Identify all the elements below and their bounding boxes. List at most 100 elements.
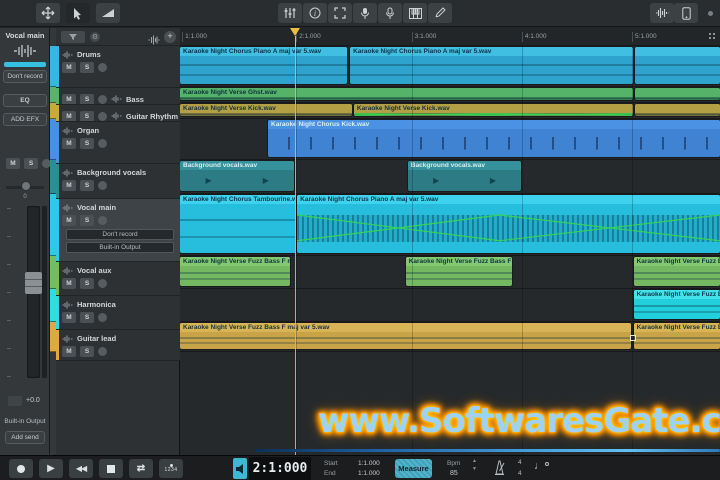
clip-bass[interactable]: Karaoke Night Verse Ghst.wav	[180, 88, 633, 100]
waveform-view-icon[interactable]	[650, 3, 674, 23]
clip-vocal-aux[interactable]: Karaoke Night Verse Fuzz Bass F maj var …	[633, 257, 720, 286]
add-send-button[interactable]: Add send	[5, 431, 45, 444]
lane-guitar-lead[interactable]: Karaoke Night Verse Fuzz Bass F maj var …	[180, 322, 720, 352]
record-button[interactable]	[9, 459, 33, 478]
ruler-options-icon[interactable]	[709, 33, 717, 41]
bpm-stepper[interactable]: ▲ ▼	[472, 459, 477, 472]
lane-drums[interactable]: Karaoke Night Chorus Piano A maj var 5.w…	[180, 46, 720, 87]
solo-button[interactable]: S	[80, 312, 94, 323]
solo-button[interactable]: S	[80, 215, 94, 226]
time-display[interactable]: 2:1:000	[249, 457, 311, 480]
add-efx-button[interactable]: ADD EFX	[3, 113, 47, 126]
record-arm-button[interactable]	[98, 139, 107, 148]
timesig-denominator[interactable]: 4	[518, 470, 522, 477]
filter-icon[interactable]	[61, 31, 85, 43]
record-arm-button[interactable]	[98, 347, 107, 356]
mic-input-icon[interactable]	[353, 3, 377, 23]
mute-button[interactable]: M	[62, 278, 76, 289]
solo-button[interactable]: S	[80, 180, 94, 191]
record-arm-button[interactable]	[98, 216, 107, 225]
measure-snap-button[interactable]: Measure	[395, 459, 432, 478]
record-arm-button[interactable]	[98, 63, 107, 72]
settings-icon[interactable]: ⚙	[90, 32, 100, 42]
rewind-button[interactable]: ◀◀	[69, 459, 93, 478]
track-row-guitar-lead[interactable]: Guitar lead M S	[56, 330, 180, 361]
output-select[interactable]: Built-in Output	[66, 242, 174, 253]
end-value[interactable]: 1:1.000	[358, 470, 380, 477]
lane-guitar-rhythm[interactable]: Karaoke Night Verse Kick.wav Karaoke Nigh…	[180, 103, 720, 119]
track-row-bass[interactable]: M S Bass	[56, 88, 180, 105]
info-icon[interactable]: i	[303, 3, 327, 23]
mute-button[interactable]: M	[62, 138, 76, 149]
loop-button[interactable]: ⇄	[129, 459, 153, 478]
clip-bass[interactable]	[634, 88, 720, 100]
record-arm-button[interactable]	[98, 181, 107, 190]
track-row-drums[interactable]: Drums M S	[56, 46, 180, 88]
pencil-icon[interactable]	[428, 3, 452, 23]
mute-button[interactable]: M	[62, 62, 76, 73]
mute-button[interactable]: M	[62, 215, 76, 226]
lane-bass[interactable]: Karaoke Night Verse Ghst.wav	[180, 87, 720, 103]
track-row-background-vocals[interactable]: Background vocals M S	[56, 164, 180, 199]
automation-node[interactable]	[629, 335, 636, 342]
clip-vocal-aux[interactable]: Karaoke Night Verse Fuzz Bass F maj var …	[405, 257, 512, 286]
eq-button[interactable]: EQ	[3, 94, 47, 107]
move-tool-icon[interactable]	[36, 3, 60, 23]
record-arm-button[interactable]	[98, 94, 107, 104]
expand-icon[interactable]	[328, 3, 352, 23]
metronome-icon[interactable]	[492, 459, 507, 480]
lane-vocal-main[interactable]: Karaoke Night Chorus Tambourine.wav Karao…	[180, 194, 720, 256]
clip-background-vocals[interactable]: Background vocals.wav	[180, 161, 295, 191]
record-arm-button[interactable]	[98, 313, 107, 322]
fade-tool-icon[interactable]	[96, 3, 120, 23]
stop-button[interactable]	[99, 459, 123, 478]
solo-button[interactable]: S	[80, 62, 94, 73]
note-value-icon[interactable]: ♩	[534, 460, 545, 472]
timeline-ruler[interactable]: 1:1.000 2:1.000 3:1.000 4:1.000 5:1.000	[180, 28, 720, 46]
record-arm-button[interactable]	[98, 279, 107, 288]
device-icon[interactable]	[674, 3, 698, 23]
solo-button[interactable]: S	[24, 158, 38, 169]
solo-button[interactable]: S	[80, 278, 94, 289]
clip-harmonica[interactable]: Karaoke Night Verse Fuzz Bass F maj var …	[633, 290, 720, 319]
playhead-marker[interactable]	[290, 28, 301, 36]
record-mode-button[interactable]: Don't record	[3, 70, 47, 83]
fader-handle[interactable]	[25, 272, 42, 294]
record-arm-button[interactable]	[97, 111, 107, 121]
arrangement-area[interactable]: Karaoke Night Chorus Piano A maj var 5.w…	[180, 46, 720, 455]
clip-drums[interactable]	[634, 47, 720, 84]
mute-button[interactable]: M	[62, 346, 76, 357]
mute-button[interactable]: M	[6, 158, 20, 169]
solo-button[interactable]: S	[80, 346, 94, 357]
mute-button[interactable]: M	[62, 180, 76, 191]
count-in-button[interactable]: 1234	[159, 459, 183, 478]
track-row-guitar-rhythm[interactable]: M S Guitar Rhythm	[56, 105, 180, 122]
output-device-label[interactable]: Built-in Output	[0, 418, 50, 425]
clip-drums[interactable]: Karaoke Night Chorus Piano A maj var 5.w…	[180, 47, 348, 84]
speaker-icon[interactable]	[233, 458, 247, 479]
add-track-button[interactable]: +	[164, 31, 176, 43]
playhead-line[interactable]	[295, 46, 297, 455]
track-row-vocal-aux[interactable]: Vocal aux M S	[56, 262, 180, 296]
clip-guitar-rhythm[interactable]	[634, 104, 720, 116]
track-row-organ[interactable]: Organ M S	[56, 122, 180, 164]
solo-button[interactable]: S	[79, 110, 94, 121]
clip-guitar-rhythm[interactable]: Karaoke Night Verse Kick.wav	[353, 104, 633, 116]
pan-knob[interactable]	[21, 181, 31, 191]
clip-vocal-aux[interactable]: Karaoke Night Verse Fuzz Bass F maj var …	[180, 257, 291, 286]
clip-background-vocals[interactable]: Background vocals.wav	[407, 161, 522, 191]
piano-icon[interactable]	[403, 3, 427, 23]
bpm-value[interactable]: 85	[450, 470, 458, 477]
track-row-harmonica[interactable]: Harmonica M S	[56, 296, 180, 330]
mute-button[interactable]: M	[62, 110, 76, 121]
mute-button[interactable]: M	[62, 312, 76, 323]
clip-guitar-lead[interactable]: Karaoke Night Verse Fuzz Bass F maj var …	[180, 323, 632, 349]
lane-vocal-aux[interactable]: Karaoke Night Verse Fuzz Bass F maj var …	[180, 256, 720, 289]
mic-monitor-icon[interactable]	[378, 3, 402, 23]
solo-button[interactable]: S	[80, 138, 94, 149]
lane-organ[interactable]: Karaoke Night Chorus Kick.wav	[180, 119, 720, 160]
clip-drums[interactable]: Karaoke Night Chorus Piano A maj var 5.w…	[350, 47, 633, 84]
mute-button[interactable]: M	[62, 93, 76, 104]
clip-vocal-main[interactable]: Karaoke Night Chorus Piano A maj var 5.w…	[297, 195, 720, 253]
clip-organ[interactable]: Karaoke Night Chorus Kick.wav	[268, 120, 720, 157]
